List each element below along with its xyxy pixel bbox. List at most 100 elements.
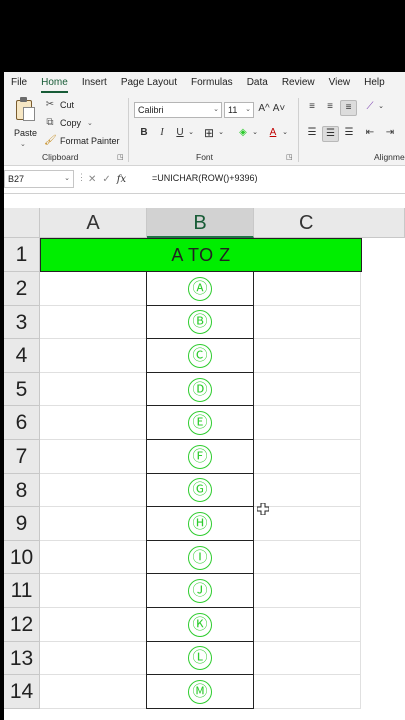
tab-view[interactable]: View (322, 72, 358, 94)
chevron-down-icon[interactable]: ⌄ (281, 126, 289, 142)
cell-c[interactable] (254, 272, 361, 306)
align-left-icon[interactable]: ☰ (304, 126, 320, 142)
row-header[interactable]: 12 (4, 608, 40, 642)
cell-c[interactable] (254, 608, 361, 642)
cell-b[interactable]: Ⓚ (146, 608, 254, 642)
font-size-select[interactable]: 11 ⌄ (224, 102, 254, 118)
cell-b[interactable]: Ⓗ (146, 507, 254, 541)
fill-color-icon[interactable]: ◈ (236, 126, 250, 142)
increase-indent-icon[interactable]: ⇥ (382, 126, 398, 142)
column-header-b[interactable]: B (147, 208, 254, 238)
chevron-down-icon[interactable]: ⌄ (377, 100, 385, 116)
cell-a[interactable] (40, 406, 147, 440)
cell-c[interactable] (254, 507, 361, 541)
tab-page-layout[interactable]: Page Layout (114, 72, 184, 94)
column-header-c[interactable]: C (254, 208, 405, 238)
row-header[interactable]: 4 (4, 339, 40, 373)
cell-b[interactable]: Ⓒ (146, 339, 254, 373)
tab-formulas[interactable]: Formulas (184, 72, 240, 94)
font-name-select[interactable]: Calibri ⌄ (134, 102, 222, 118)
align-middle-icon[interactable]: ≡ (322, 100, 338, 116)
tab-data[interactable]: Data (240, 72, 275, 94)
align-center-icon[interactable]: ☰ (322, 126, 339, 142)
cancel-icon[interactable]: ✕ (88, 174, 96, 185)
cell-b[interactable]: Ⓜ (146, 675, 254, 709)
cell-c[interactable] (254, 406, 361, 440)
paste-button[interactable]: Paste ⌄ (12, 97, 37, 148)
dialog-launcher-icon[interactable]: ◳ (286, 153, 293, 161)
row-header[interactable]: 3 (4, 305, 40, 340)
chevron-down-icon[interactable]: ⌄ (251, 126, 259, 142)
cell-b[interactable]: Ⓘ (146, 540, 254, 575)
tab-review[interactable]: Review (275, 72, 322, 94)
italic-button[interactable]: I (156, 126, 168, 142)
cell-a[interactable] (40, 507, 147, 541)
cell-c[interactable] (254, 675, 361, 709)
row-header[interactable]: 5 (4, 372, 40, 407)
bold-button[interactable]: B (138, 126, 150, 142)
decrease-indent-icon[interactable]: ⇤ (362, 126, 378, 142)
chevron-down-icon[interactable]: ⌄ (217, 126, 225, 142)
font-color-icon[interactable]: A (266, 126, 280, 142)
cell-c[interactable] (254, 641, 361, 676)
cell-a[interactable] (40, 372, 147, 407)
cell-a[interactable] (40, 608, 147, 642)
cell-a[interactable] (40, 574, 147, 608)
cell-a[interactable] (40, 440, 147, 474)
dialog-launcher-icon[interactable]: ◳ (117, 153, 124, 161)
tab-file[interactable]: File (4, 72, 34, 94)
cell-b[interactable]: Ⓐ (146, 272, 254, 306)
insert-function-button[interactable]: fx (117, 174, 126, 185)
cell-b[interactable]: Ⓖ (146, 473, 254, 508)
format-painter-button[interactable]: 🖌 Format Painter (44, 134, 120, 148)
cell-b[interactable]: Ⓔ (146, 406, 254, 440)
cell-c[interactable] (254, 540, 361, 575)
tab-home[interactable]: Home (34, 72, 75, 94)
row-header[interactable]: 2 (4, 272, 40, 306)
align-right-icon[interactable]: ☰ (341, 126, 357, 142)
row-header[interactable]: 1 (4, 238, 40, 272)
cell-b[interactable]: Ⓙ (146, 574, 254, 608)
cell-a[interactable] (40, 540, 147, 575)
decrease-font-size-button[interactable]: A˅ (272, 102, 286, 118)
cell-a[interactable] (40, 473, 147, 508)
cell-c[interactable] (254, 473, 361, 508)
row-header[interactable]: 10 (4, 540, 40, 575)
increase-font-size-button[interactable]: A^ (257, 102, 271, 118)
tab-help[interactable]: Help (357, 72, 392, 94)
cell-c[interactable] (254, 339, 361, 373)
row-header[interactable]: 13 (4, 641, 40, 676)
select-all-corner[interactable] (4, 208, 40, 238)
formula-input[interactable]: =UNICHAR(ROW()+9396) (152, 170, 258, 186)
row-header[interactable]: 6 (4, 406, 40, 440)
cell-a[interactable] (40, 641, 147, 676)
cell-c[interactable] (254, 305, 361, 340)
align-bottom-icon[interactable]: ≡ (340, 100, 357, 116)
cell-a[interactable] (40, 339, 147, 373)
cell-b[interactable]: Ⓕ (146, 440, 254, 474)
copy-button[interactable]: ⧉ Copy ⌄ (44, 116, 93, 130)
row-header[interactable]: 8 (4, 473, 40, 508)
title-cell[interactable]: A TO Z (40, 238, 362, 272)
borders-icon[interactable]: ⊞ (202, 126, 216, 142)
row-header[interactable]: 11 (4, 574, 40, 608)
chevron-down-icon[interactable]: ⌄ (87, 119, 93, 127)
orientation-icon[interactable]: ⟋ (362, 100, 378, 116)
cell-a[interactable] (40, 272, 147, 306)
chevron-down-icon[interactable]: ⌄ (20, 140, 26, 148)
cell-a[interactable] (40, 305, 147, 340)
cell-c[interactable] (254, 372, 361, 407)
align-top-icon[interactable]: ≡ (304, 100, 320, 116)
row-header[interactable]: 9 (4, 507, 40, 541)
row-header[interactable]: 14 (4, 675, 40, 709)
cell-a[interactable] (40, 675, 147, 709)
cell-c[interactable] (254, 574, 361, 608)
underline-button[interactable]: U (174, 126, 186, 142)
name-box[interactable]: B27 ⌄ (4, 170, 74, 188)
cell-c[interactable] (254, 440, 361, 474)
column-header-a[interactable]: A (40, 208, 147, 238)
enter-icon[interactable]: ✓ (102, 174, 110, 185)
chevron-down-icon[interactable]: ⌄ (187, 126, 195, 142)
cell-b[interactable]: Ⓓ (146, 372, 254, 407)
tab-insert[interactable]: Insert (75, 72, 114, 94)
